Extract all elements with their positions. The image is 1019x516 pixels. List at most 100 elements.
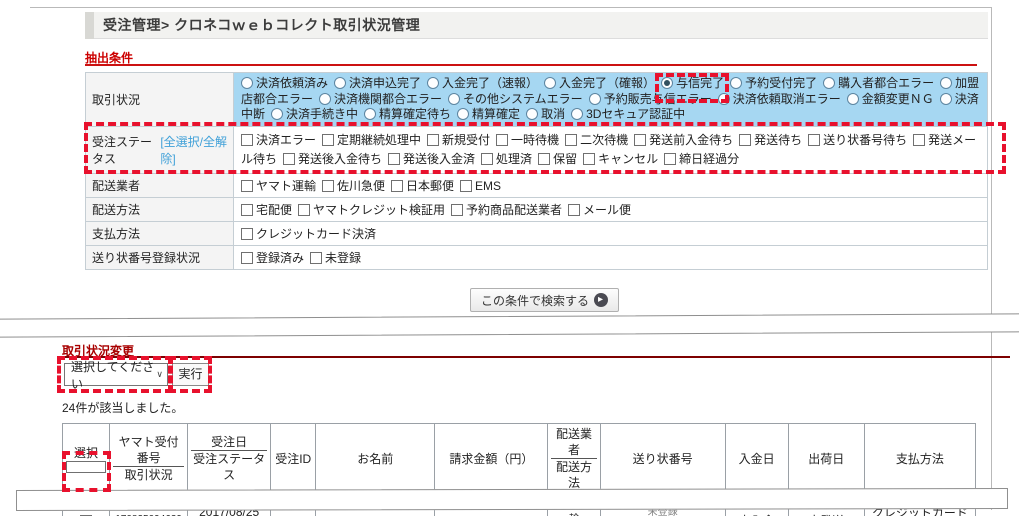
- radio-option[interactable]: 与信完了: [661, 76, 724, 90]
- checkbox-icon[interactable]: [538, 153, 550, 165]
- radio-icon[interactable]: [544, 77, 556, 89]
- checkbox-option[interactable]: 発送後入金済: [388, 152, 475, 166]
- checkbox-icon[interactable]: [241, 228, 253, 240]
- radio-option[interactable]: 取消: [526, 107, 565, 121]
- radio-icon[interactable]: [940, 77, 952, 89]
- radio-icon[interactable]: [718, 93, 730, 105]
- checkbox-icon[interactable]: [427, 134, 439, 146]
- radio-icon[interactable]: [589, 93, 601, 105]
- checkbox-icon[interactable]: [241, 252, 253, 264]
- checkbox-option[interactable]: 発送前入金待ち: [634, 133, 733, 147]
- radio-option[interactable]: 決済依頼済み: [241, 76, 328, 90]
- checkbox-icon[interactable]: [391, 180, 403, 192]
- checkbox-option[interactable]: クレジットカード決済: [241, 227, 376, 241]
- checkbox-icon[interactable]: [388, 153, 400, 165]
- radio-option[interactable]: 予約受付完了: [730, 76, 817, 90]
- checkbox-icon[interactable]: [322, 134, 334, 146]
- checkbox-option[interactable]: ヤマト運輸: [241, 179, 316, 193]
- radio-option[interactable]: 決済申込完了: [334, 76, 421, 90]
- radio-option[interactable]: 予約販売与信エラー: [589, 92, 712, 106]
- checkbox-option[interactable]: 締日経過分: [664, 152, 739, 166]
- checkbox-icon[interactable]: [808, 134, 820, 146]
- radio-option[interactable]: 精算確定待ち: [364, 107, 451, 121]
- checkbox-option[interactable]: 決済エラー: [241, 133, 316, 147]
- checkbox-option[interactable]: メール便: [568, 203, 631, 217]
- radio-icon[interactable]: [241, 77, 253, 89]
- checkbox-icon[interactable]: [496, 134, 508, 146]
- checkbox-icon[interactable]: [460, 180, 472, 192]
- radio-option[interactable]: 購入者都合エラー: [823, 76, 934, 90]
- page-top-border: [30, 7, 992, 8]
- checkbox-option[interactable]: 登録済み: [241, 251, 304, 265]
- radio-icon[interactable]: [940, 93, 952, 105]
- checkbox-option[interactable]: 予約商品配送業者: [451, 203, 562, 217]
- option-label: 予約商品配送業者: [466, 203, 562, 217]
- checkbox-icon[interactable]: [568, 204, 580, 216]
- option-label: 新規受付: [442, 133, 490, 147]
- radio-option[interactable]: 精算確定: [457, 107, 520, 121]
- checkbox-icon[interactable]: [283, 153, 295, 165]
- select-all-clear-links[interactable]: [全選択/全解除]: [160, 133, 227, 167]
- option-label: 予約販売与信エラー: [604, 92, 712, 106]
- radio-option[interactable]: その他システムエラー: [448, 92, 583, 106]
- checkbox-icon[interactable]: [241, 204, 253, 216]
- checkbox-icon[interactable]: [241, 134, 253, 146]
- radio-icon[interactable]: [661, 77, 673, 89]
- checkbox-icon[interactable]: [565, 134, 577, 146]
- checkbox-icon[interactable]: [739, 134, 751, 146]
- checkbox-icon[interactable]: [913, 134, 925, 146]
- checkbox-option[interactable]: ヤマトクレジット検証用: [298, 203, 445, 217]
- checkbox-option[interactable]: 送り状番号待ち: [808, 133, 907, 147]
- checkbox-icon[interactable]: [451, 204, 463, 216]
- checkbox-icon[interactable]: [634, 134, 646, 146]
- radio-option[interactable]: 決済機関都合エラー: [319, 92, 442, 106]
- select-all-checkbox[interactable]: [66, 461, 106, 473]
- page-title-bar: 受注管理> クロネコｗｅｂコレクト取引状況管理: [85, 12, 988, 39]
- radio-option[interactable]: 入金完了（確報）: [544, 76, 655, 90]
- radio-icon[interactable]: [364, 108, 376, 120]
- checkbox-icon[interactable]: [310, 252, 322, 264]
- radio-icon[interactable]: [526, 108, 538, 120]
- radio-icon[interactable]: [730, 77, 742, 89]
- checkbox-option[interactable]: 一時待機: [496, 133, 559, 147]
- checkbox-option[interactable]: 未登録: [310, 251, 361, 265]
- radio-option[interactable]: 3Dセキュア認証中: [571, 107, 685, 121]
- radio-option[interactable]: 入金完了（速報）: [427, 76, 538, 90]
- radio-icon[interactable]: [571, 108, 583, 120]
- checkbox-option[interactable]: 保留: [538, 152, 577, 166]
- checkbox-option[interactable]: EMS: [460, 179, 501, 193]
- status-change-dropdown[interactable]: 選択してください: [64, 363, 168, 386]
- checkbox-option[interactable]: 新規受付: [427, 133, 490, 147]
- checkbox-option[interactable]: 定期継続処理中: [322, 133, 421, 147]
- radio-icon[interactable]: [448, 93, 460, 105]
- option-label: 決済申込完了: [349, 76, 421, 90]
- radio-icon[interactable]: [823, 77, 835, 89]
- checkbox-option[interactable]: 発送後入金待ち: [283, 152, 382, 166]
- execute-button[interactable]: 実行: [172, 363, 209, 386]
- checkbox-option[interactable]: 宅配便: [241, 203, 292, 217]
- checkbox-option[interactable]: 日本郵便: [391, 179, 454, 193]
- radio-icon[interactable]: [271, 108, 283, 120]
- search-button[interactable]: この条件で検索する: [470, 288, 619, 312]
- checkbox-option[interactable]: 佐川急便: [322, 179, 385, 193]
- radio-icon[interactable]: [457, 108, 469, 120]
- radio-option[interactable]: 金額変更ＮＧ: [847, 92, 934, 106]
- checkbox-icon[interactable]: [298, 204, 310, 216]
- radio-icon[interactable]: [427, 77, 439, 89]
- checkbox-icon[interactable]: [481, 153, 493, 165]
- checkbox-icon[interactable]: [583, 153, 595, 165]
- checkbox-option[interactable]: キャンセル: [583, 152, 658, 166]
- option-label: ヤマト運輸: [256, 179, 316, 193]
- checkbox-icon[interactable]: [322, 180, 334, 192]
- radio-icon[interactable]: [334, 77, 346, 89]
- checkbox-option[interactable]: 発送待ち: [739, 133, 802, 147]
- radio-option[interactable]: 決済手続き中: [271, 107, 358, 121]
- column-header-label: お名前: [319, 451, 431, 467]
- checkbox-icon[interactable]: [664, 153, 676, 165]
- checkbox-option[interactable]: 二次待機: [565, 133, 628, 147]
- radio-icon[interactable]: [319, 93, 331, 105]
- checkbox-icon[interactable]: [241, 180, 253, 192]
- radio-option[interactable]: 決済依頼取消エラー: [718, 92, 841, 106]
- checkbox-option[interactable]: 処理済: [481, 152, 532, 166]
- radio-icon[interactable]: [847, 93, 859, 105]
